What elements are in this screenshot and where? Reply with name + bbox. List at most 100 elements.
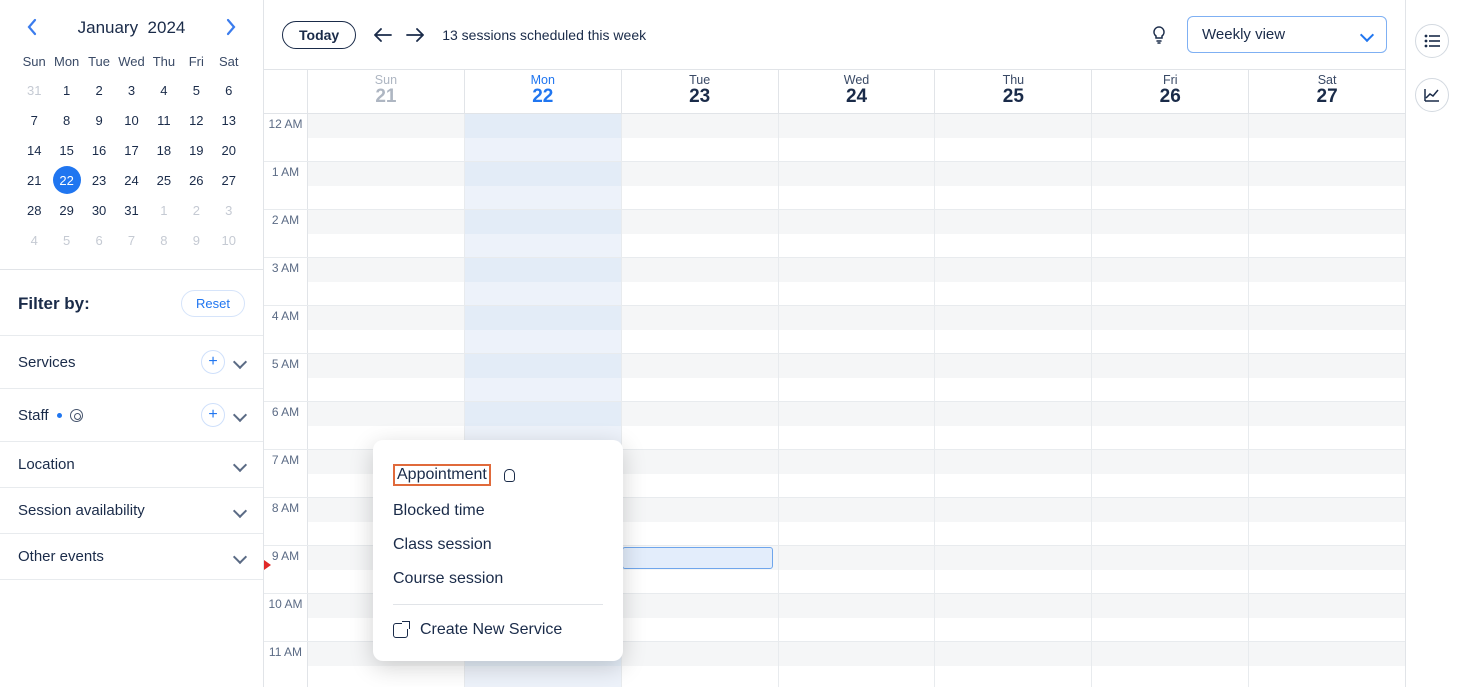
time-cell[interactable] [1092, 642, 1249, 687]
time-cell[interactable] [308, 258, 465, 305]
time-cell[interactable] [935, 354, 1092, 401]
menu-item-class-session[interactable]: Class session [393, 528, 603, 562]
time-cell[interactable] [779, 354, 936, 401]
add-icon[interactable]: + [201, 350, 225, 374]
time-cell[interactable] [1249, 210, 1405, 257]
day-header[interactable]: Fri26 [1092, 70, 1249, 113]
hour-row[interactable]: 3 AM [264, 258, 1405, 306]
time-cell[interactable] [1249, 498, 1405, 545]
time-cell[interactable] [935, 210, 1092, 257]
menu-item-create-new-service[interactable]: Create New Service [393, 613, 603, 647]
minical-day[interactable]: 31 [115, 195, 147, 225]
time-cell[interactable] [935, 114, 1092, 161]
list-view-button[interactable] [1415, 24, 1449, 58]
time-cell[interactable] [779, 546, 936, 593]
time-cell[interactable] [779, 498, 936, 545]
minical-day[interactable]: 3 [213, 195, 245, 225]
minical-prev-month[interactable] [26, 18, 38, 36]
hour-row[interactable]: 2 AM [264, 210, 1405, 258]
minical-day[interactable]: 24 [115, 165, 147, 195]
filter-row-staff[interactable]: Staff + [0, 388, 263, 441]
time-cell[interactable] [1092, 498, 1249, 545]
minical-day[interactable]: 8 [50, 105, 82, 135]
time-cell[interactable] [779, 642, 936, 687]
time-cell[interactable] [465, 114, 622, 161]
minical-day[interactable]: 21 [18, 165, 50, 195]
time-cell[interactable] [935, 162, 1092, 209]
minical-day[interactable]: 11 [148, 105, 180, 135]
time-cell[interactable] [935, 594, 1092, 641]
time-cell[interactable] [935, 306, 1092, 353]
time-cell[interactable] [622, 162, 779, 209]
minical-day[interactable]: 28 [18, 195, 50, 225]
time-cell[interactable] [779, 402, 936, 449]
time-cell[interactable] [622, 402, 779, 449]
minical-day[interactable]: 7 [115, 225, 147, 255]
time-cell[interactable] [308, 354, 465, 401]
minical-day[interactable]: 4 [148, 75, 180, 105]
filter-row-other-events[interactable]: Other events [0, 533, 263, 580]
time-cell[interactable] [1249, 258, 1405, 305]
minical-day[interactable]: 3 [115, 75, 147, 105]
time-cell[interactable] [308, 306, 465, 353]
filter-row-location[interactable]: Location [0, 441, 263, 487]
view-select[interactable]: Weekly view [1187, 16, 1387, 53]
time-cell[interactable] [622, 258, 779, 305]
time-cell[interactable] [622, 642, 779, 687]
day-header[interactable]: Wed24 [779, 70, 936, 113]
time-cell[interactable] [465, 306, 622, 353]
minical-day[interactable]: 1 [50, 75, 82, 105]
time-cell[interactable] [779, 306, 936, 353]
time-cell[interactable] [1092, 306, 1249, 353]
minical-day[interactable]: 27 [213, 165, 245, 195]
time-cell[interactable] [935, 498, 1092, 545]
time-cell[interactable] [622, 450, 779, 497]
minical-day[interactable]: 14 [18, 135, 50, 165]
minical-day[interactable]: 6 [213, 75, 245, 105]
minical-day[interactable]: 4 [18, 225, 50, 255]
minical-day[interactable]: 16 [83, 135, 115, 165]
day-header[interactable]: Mon22 [465, 70, 622, 113]
time-cell[interactable] [465, 210, 622, 257]
day-header[interactable]: Tue23 [622, 70, 779, 113]
time-cell[interactable] [465, 258, 622, 305]
hour-row[interactable]: 5 AM [264, 354, 1405, 402]
time-cell[interactable] [622, 594, 779, 641]
minical-day[interactable]: 23 [83, 165, 115, 195]
time-cell[interactable] [779, 450, 936, 497]
minical-day[interactable]: 22 [50, 165, 82, 195]
minical-day[interactable]: 10 [115, 105, 147, 135]
time-cell[interactable] [1092, 402, 1249, 449]
lightbulb-icon[interactable] [1149, 25, 1169, 45]
time-cell[interactable] [1092, 210, 1249, 257]
time-cell[interactable] [308, 162, 465, 209]
minical-day[interactable]: 30 [83, 195, 115, 225]
minical-day[interactable]: 13 [213, 105, 245, 135]
minical-next-month[interactable] [225, 18, 237, 36]
time-cell[interactable] [1092, 258, 1249, 305]
time-cell[interactable] [1092, 450, 1249, 497]
arrow-left-icon[interactable] [374, 28, 392, 42]
add-icon[interactable]: + [201, 403, 225, 427]
minical-day[interactable]: 9 [180, 225, 212, 255]
time-cell[interactable] [779, 594, 936, 641]
time-cell[interactable] [1249, 306, 1405, 353]
hour-row[interactable]: 4 AM [264, 306, 1405, 354]
time-cell[interactable] [935, 642, 1092, 687]
time-cell[interactable] [1249, 354, 1405, 401]
time-cell[interactable] [1249, 450, 1405, 497]
minical-day[interactable]: 7 [18, 105, 50, 135]
time-cell[interactable] [1249, 162, 1405, 209]
time-cell[interactable] [622, 210, 779, 257]
time-cell[interactable] [779, 258, 936, 305]
minical-day[interactable]: 26 [180, 165, 212, 195]
day-header[interactable]: Sun21 [308, 70, 465, 113]
menu-item-course-session[interactable]: Course session [393, 562, 603, 596]
time-cell[interactable] [622, 306, 779, 353]
time-cell[interactable] [622, 114, 779, 161]
hour-row[interactable]: 12 AM [264, 114, 1405, 162]
filter-row-session-availability[interactable]: Session availability [0, 487, 263, 533]
time-cell[interactable] [779, 210, 936, 257]
time-cell[interactable] [779, 162, 936, 209]
filter-reset-button[interactable]: Reset [181, 290, 245, 317]
